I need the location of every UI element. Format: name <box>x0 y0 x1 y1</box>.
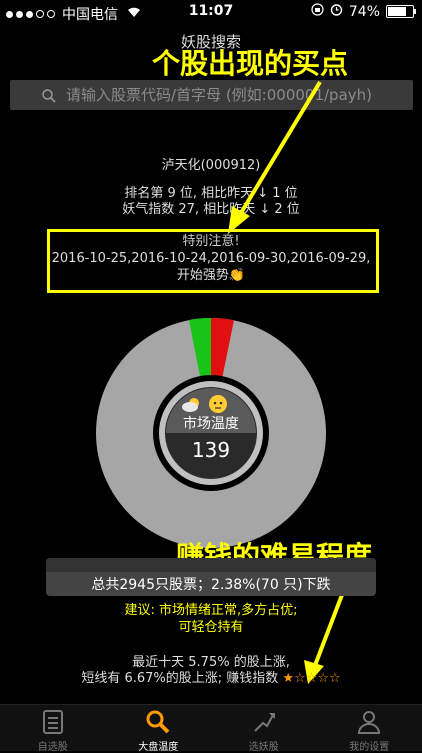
alarm-icon <box>330 3 343 20</box>
stats-line-1: 最近十天 5.75% 的股上涨, <box>0 655 422 671</box>
list-icon <box>40 709 66 735</box>
tab-label: 我的设置 <box>317 738 422 753</box>
tab-market-temperature[interactable]: 大盘温度 <box>106 705 212 751</box>
battery-icon <box>386 5 414 18</box>
tab-settings[interactable]: 我的设置 <box>317 705 422 751</box>
annotation-arrow-icon <box>220 78 330 238</box>
stock-name: 泸天化(000912) <box>0 154 422 173</box>
market-stats: 最近十天 5.75% 的股上涨, 短线有 6.67%的股上涨; 赚钱指数 ★☆☆… <box>0 655 422 687</box>
advice: 建议: 市场情绪正常,多方占优; 可轻仓持有 <box>0 602 422 636</box>
tab-label: 大盘温度 <box>106 738 212 753</box>
search-icon <box>42 88 56 102</box>
stats-line-2: 短线有 6.67%的股上涨; 赚钱指数 <box>81 671 278 686</box>
rating-stars-icon: ★☆☆☆☆ <box>282 671 340 686</box>
rank-line: 排名第 9 位, 相比昨天 ↓ 1 位 <box>0 186 422 202</box>
summary-bar: 总共2945只股票；2.38%(70 只)下跌 <box>46 558 376 596</box>
market-temperature-gauge <box>96 318 326 548</box>
tab-bar: 自选股 大盘温度 选妖股 我的设置 <box>0 704 422 751</box>
tab-select-stocks[interactable]: 选妖股 <box>211 705 317 751</box>
person-icon <box>356 709 382 735</box>
weather-emoji-icon <box>170 394 250 414</box>
status-bar: 中国电信 11:07 74% <box>0 0 422 24</box>
tab-watchlist[interactable]: 自选股 <box>0 705 106 751</box>
tab-label: 选妖股 <box>211 738 317 753</box>
advice-line-2: 可轻仓持有 <box>0 619 422 636</box>
gauge-label: 市场温度 <box>160 413 262 433</box>
highlight-box <box>47 229 379 293</box>
search-icon <box>145 709 171 735</box>
annotation-buy-point: 个股出现的买点 <box>152 42 348 82</box>
gauge-value: 139 <box>160 438 262 462</box>
arrow-up-icon <box>251 709 277 735</box>
summary-text: 总共2945只股票；2.38%(70 只)下跌 <box>46 574 376 594</box>
advice-line-1: 建议: 市场情绪正常,多方占优; <box>0 602 422 619</box>
rank-info: 排名第 9 位, 相比昨天 ↓ 1 位 妖气指数 27, 相比昨天 ↓ 2 位 <box>0 186 422 218</box>
battery-percent: 74% <box>349 4 380 20</box>
tab-label: 自选股 <box>0 738 106 753</box>
search-bar[interactable] <box>10 80 413 110</box>
index-line: 妖气指数 27, 相比昨天 ↓ 2 位 <box>0 202 422 218</box>
rotation-lock-icon <box>311 3 324 20</box>
